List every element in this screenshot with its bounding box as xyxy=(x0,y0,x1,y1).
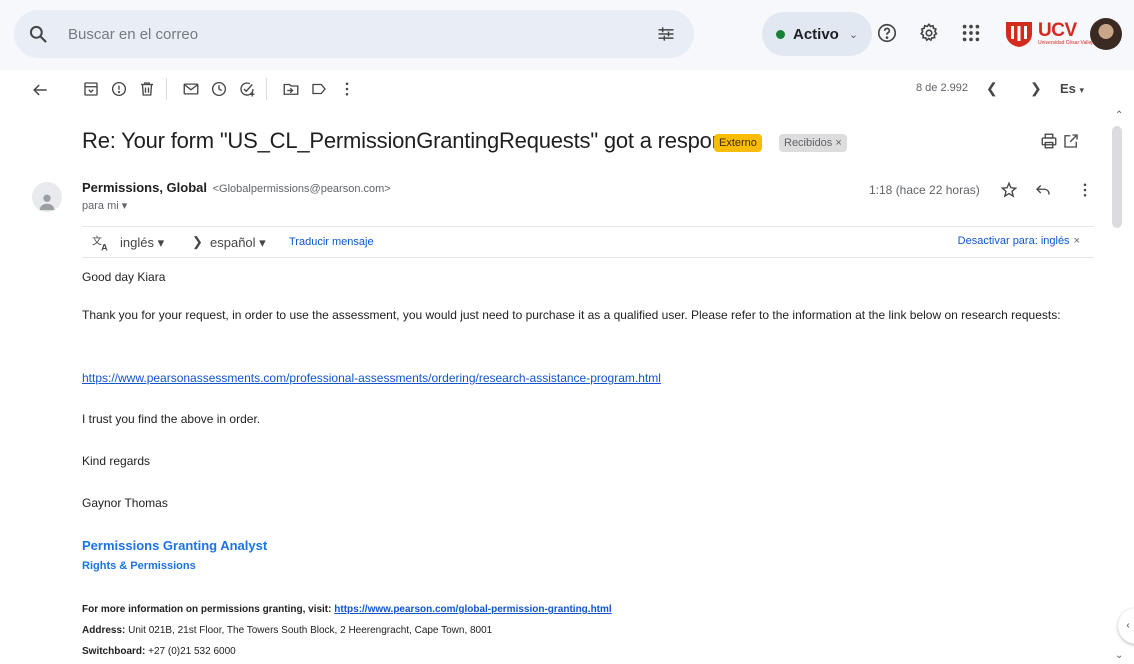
status-label: Activo xyxy=(793,25,839,43)
chevron-down-icon: ⌄ xyxy=(848,28,859,41)
sender-email: <Globalpermissions@pearson.com> xyxy=(212,183,391,195)
source-language-select[interactable]: inglés ▾ xyxy=(120,235,164,251)
more-info-label: For more information on permissions gran… xyxy=(82,604,332,615)
caret-down-icon: ▾ xyxy=(259,235,266,250)
trash-icon[interactable] xyxy=(138,80,156,98)
search-options-icon[interactable] xyxy=(656,24,676,44)
print-icon[interactable] xyxy=(1040,132,1058,150)
chevron-left-icon: ‹ xyxy=(1126,620,1130,631)
reply-icon[interactable] xyxy=(1034,181,1052,199)
disable-translation-link[interactable]: Desactivar para: inglés × xyxy=(958,235,1080,247)
translate-message-link[interactable]: Traducir mensaje xyxy=(289,236,374,248)
logo-text: UCV xyxy=(1038,20,1077,41)
translate-icon: 文A xyxy=(92,234,112,252)
address-label: Address: xyxy=(82,625,126,636)
status-button[interactable]: Activo ⌄ xyxy=(762,12,873,56)
inbox-label-chip[interactable]: Recibidos × xyxy=(779,134,847,152)
add-task-icon[interactable] xyxy=(238,80,256,98)
toolbar-divider xyxy=(266,78,267,100)
more-options-icon[interactable] xyxy=(338,80,356,98)
message-view: 8 de 2.992 ❮ ❯ Es ▾ Re: Your form "US_CL… xyxy=(0,70,1134,664)
message-time: 1:18 (hace 22 horas) xyxy=(869,183,980,197)
external-label-chip: Externo xyxy=(714,134,762,152)
message-counter: 8 de 2.992 xyxy=(916,82,968,94)
archive-icon[interactable] xyxy=(82,80,100,98)
target-language-select[interactable]: español ▾ xyxy=(210,235,266,251)
scrollbar-thumb[interactable] xyxy=(1112,126,1122,228)
body-signer: Gaynor Thomas xyxy=(82,496,168,510)
chevron-right-icon: ❯ xyxy=(192,234,203,249)
input-language-label: Es xyxy=(1060,81,1076,96)
caret-down-icon: ▾ xyxy=(121,200,128,212)
help-icon[interactable] xyxy=(876,22,898,44)
remove-label-icon[interactable]: × xyxy=(835,137,841,149)
label-icon[interactable] xyxy=(310,80,328,98)
body-paragraph-1: Thank you for your request, in order to … xyxy=(82,308,1061,322)
sender-name: Permissions, Global xyxy=(82,180,207,195)
logo-subtext: Universidad César Vallejo xyxy=(1038,40,1096,46)
body-greeting: Good day Kiara xyxy=(82,270,166,284)
switchboard-value: +27 (0)21 532 6000 xyxy=(148,646,236,657)
sender-avatar[interactable] xyxy=(32,182,62,212)
organization-logo[interactable]: UCV Universidad César Vallejo xyxy=(1004,14,1095,54)
report-spam-icon[interactable] xyxy=(110,80,128,98)
top-bar: Activo ⌄ UCV Universidad César Vallejo xyxy=(0,0,1134,70)
sender-info[interactable]: Permissions, Global <Globalpermissions@p… xyxy=(82,180,391,195)
status-dot xyxy=(776,29,785,39)
next-message-icon[interactable]: ❯ xyxy=(1030,80,1042,97)
address-value: Unit 021B, 21st Floor, The Towers South … xyxy=(128,625,493,636)
target-language-label: español xyxy=(210,235,256,250)
back-arrow-icon[interactable] xyxy=(30,80,50,100)
search-input[interactable] xyxy=(68,23,628,45)
search-bar[interactable] xyxy=(14,10,694,58)
snooze-clock-icon[interactable] xyxy=(210,80,228,98)
switchboard-label: Switchboard: xyxy=(82,646,146,657)
search-icon[interactable] xyxy=(28,24,48,44)
scroll-up-icon[interactable]: ⌃ xyxy=(1115,110,1123,121)
apps-grid-icon[interactable] xyxy=(960,22,982,44)
svg-text:A: A xyxy=(101,243,108,253)
open-in-new-window-icon[interactable] xyxy=(1062,132,1080,150)
mark-unread-icon[interactable] xyxy=(182,80,200,98)
signature-title: Permissions Granting Analyst xyxy=(82,538,268,553)
recipient-label: para mi xyxy=(82,200,119,212)
caret-down-icon: ▾ xyxy=(157,235,165,250)
input-language-button[interactable]: Es ▾ xyxy=(1060,81,1084,96)
body-paragraph-2: I trust you find the above in order. xyxy=(82,412,261,426)
translate-bar: 文A inglés ▾ ❯ español ▾ Traducir mensaje… xyxy=(82,226,1094,258)
message-more-icon[interactable] xyxy=(1076,181,1094,199)
caret-down-icon: ▾ xyxy=(1079,85,1085,95)
permission-granting-link[interactable]: https://www.pearson.com/global-permissio… xyxy=(334,604,611,615)
previous-message-icon[interactable]: ❮ xyxy=(986,80,998,97)
source-language-label: inglés xyxy=(120,235,154,250)
ucv-shield-icon xyxy=(1006,22,1032,47)
scroll-down-icon[interactable]: ⌄ xyxy=(1115,650,1123,661)
switchboard-line: Switchboard: +27 (0)21 532 6000 xyxy=(82,643,1072,661)
close-icon[interactable]: × xyxy=(1074,235,1080,247)
more-info-line: For more information on permissions gran… xyxy=(82,601,1072,619)
signature-department: Rights & Permissions xyxy=(82,560,196,572)
inbox-label-text: Recibidos xyxy=(784,137,833,149)
star-icon[interactable] xyxy=(1000,181,1018,199)
body-closing: Kind regards xyxy=(82,454,151,468)
message-toolbar: 8 de 2.992 ❮ ❯ Es ▾ xyxy=(0,70,1134,110)
research-program-link[interactable]: https://www.pearsonassessments.com/profe… xyxy=(82,371,661,385)
move-to-folder-icon[interactable] xyxy=(282,80,300,98)
address-line: Address: Unit 021B, 21st Floor, The Towe… xyxy=(82,622,1072,640)
disable-translation-label: Desactivar para: inglés xyxy=(957,235,1070,247)
message-subject: Re: Your form "US_CL_PermissionGrantingR… xyxy=(82,128,747,153)
recipient-details-toggle[interactable]: para mi ▾ xyxy=(82,199,127,212)
toolbar-divider xyxy=(166,78,167,100)
account-avatar[interactable] xyxy=(1090,18,1122,50)
gear-icon[interactable] xyxy=(918,22,940,44)
